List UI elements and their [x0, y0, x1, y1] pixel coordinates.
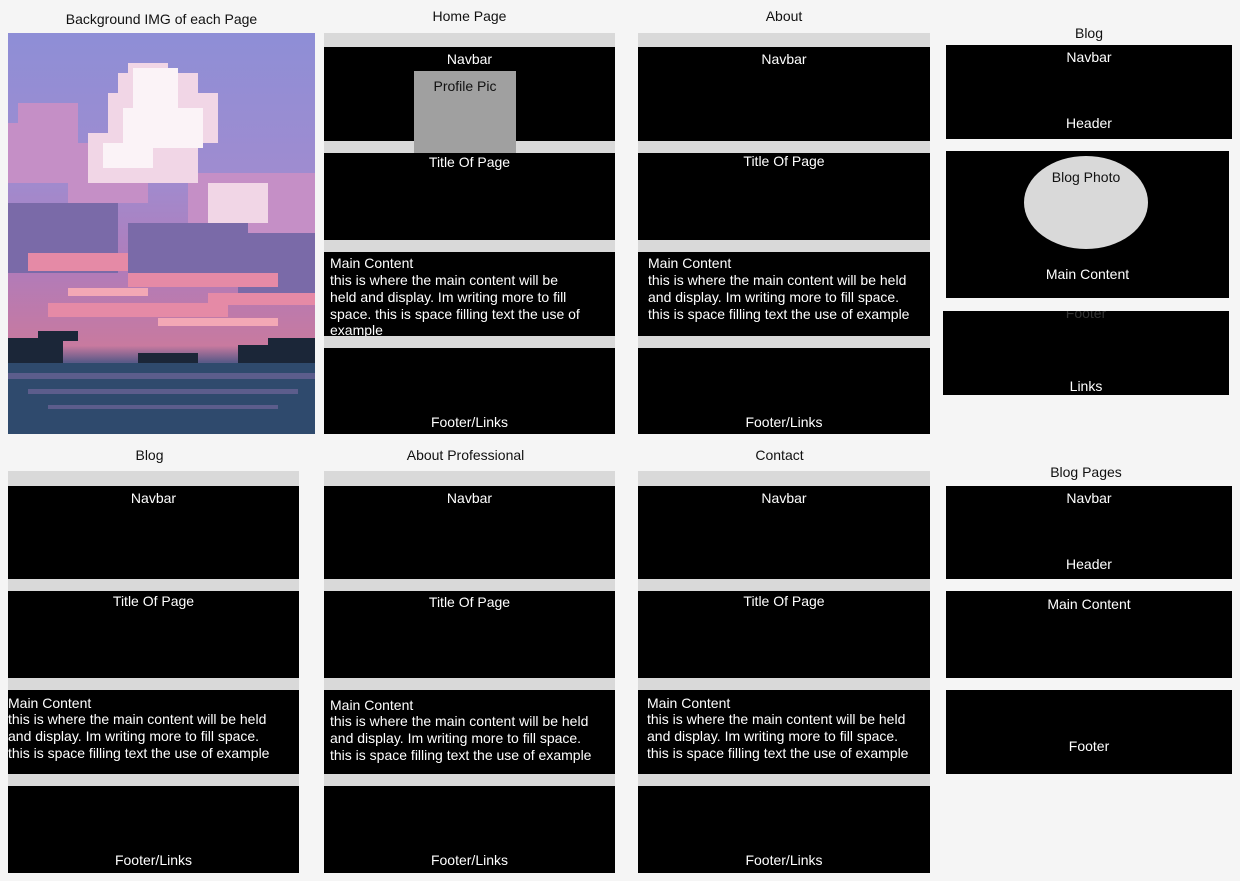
blog-photo: Blog Photo — [1024, 156, 1148, 249]
blog-pages-main-content: Main Content — [946, 591, 1232, 678]
profile-pic: Profile Pic — [414, 71, 516, 153]
blog-footer: Footer Links — [943, 311, 1229, 395]
blog-photo-label: Blog Photo — [1051, 169, 1121, 185]
main-content-text: held and display. Im writing more to fil… — [330, 289, 567, 305]
about-navbar: Navbar — [638, 47, 930, 141]
home-main-content: Main Content this is where the main cont… — [324, 252, 615, 336]
main-content-label: Main Content — [330, 255, 414, 271]
navbar-label: Navbar — [130, 490, 177, 506]
about-title-block: Title Of Page — [638, 153, 930, 240]
about-professional-navbar: Navbar — [324, 486, 615, 579]
navbar-label: Navbar — [1066, 490, 1112, 506]
about-main-content: Main Content this is where the main cont… — [638, 252, 930, 336]
links-label: Links — [1069, 378, 1103, 394]
footer-links-label: Footer/Links — [745, 414, 823, 430]
contact-main-content: Main Content this is where the main cont… — [638, 690, 930, 774]
blog-navbar-header: Navbar Header — [946, 45, 1232, 139]
home-title-block: Title Of Page — [324, 153, 615, 240]
main-content-label: Main Content — [1047, 596, 1131, 612]
title-of-page-label: Title Of Page — [112, 593, 195, 609]
title-of-page-label: Title Of Page — [743, 593, 825, 609]
main-content-label: Main Content — [647, 695, 731, 711]
main-content-label: Main Content — [1045, 266, 1130, 282]
navbar-label: Navbar — [761, 51, 807, 67]
main-content-text: example — [330, 322, 383, 336]
navbar-label: Navbar — [446, 490, 493, 506]
main-content-text: space. this is space filling text the us… — [330, 306, 580, 322]
footer-label: Footer — [1068, 738, 1110, 754]
about-professional-main-content: Main Content this is where the main cont… — [324, 690, 615, 774]
main-content-label: Main Content — [330, 697, 414, 713]
footer-links-label: Footer/Links — [430, 414, 509, 430]
blog-page-main-content: Main Content this is where the main cont… — [8, 690, 299, 774]
main-content-text: this is where the main content will be — [330, 272, 558, 288]
blog-pages-navbar-header: Navbar Header — [946, 486, 1232, 579]
main-content-text: and display. Im writing more to fill spa… — [330, 730, 582, 746]
blog-page-footer: Footer/Links — [8, 786, 299, 873]
contact-title-block: Title Of Page — [638, 591, 930, 678]
main-content-text: this is where the main content will be h… — [647, 711, 906, 727]
title-of-page-label: Title Of Page — [743, 153, 825, 169]
frame-title-background: Background IMG of each Page — [65, 11, 258, 27]
background-image — [8, 33, 315, 434]
title-of-page-label: Title Of Page — [428, 154, 511, 170]
frame-title-blog-pages: Blog Pages — [1050, 464, 1122, 480]
blog-pages-footer: Footer — [946, 690, 1232, 774]
frame-title-blog-top: Blog — [1074, 25, 1104, 41]
about-footer: Footer/Links — [638, 348, 930, 434]
blog-main-content: Blog Photo Main Content — [946, 151, 1229, 298]
profile-pic-label: Profile Pic — [433, 78, 497, 94]
footer-links-label: Footer/Links — [430, 852, 509, 868]
title-of-page-label: Title Of Page — [428, 594, 511, 610]
navbar-label: Navbar — [1066, 49, 1112, 65]
main-content-text: this is space filling text the use of ex… — [8, 745, 270, 761]
main-content-label: Main Content — [648, 255, 732, 271]
contact-footer: Footer/Links — [638, 786, 930, 873]
main-content-text: and display. Im writing more to fill spa… — [648, 289, 900, 305]
about-professional-title-block: Title Of Page — [324, 591, 615, 678]
blog-page-title-block: Title Of Page — [8, 591, 299, 678]
main-content-text: and display. Im writing more to fill spa… — [8, 728, 260, 744]
main-content-text: this is space filling text the use of ex… — [647, 745, 909, 761]
home-footer: Footer/Links — [324, 348, 615, 434]
main-content-text: this is where the main content will be h… — [330, 713, 589, 729]
footer-links-label: Footer/Links — [114, 852, 193, 868]
frame-title-blog: Blog — [135, 447, 164, 463]
main-content-text: this is space filling text the use of ex… — [330, 747, 592, 763]
frame-title-home: Home Page — [432, 8, 507, 24]
frame-title-about-professional: About Professional — [406, 447, 525, 463]
footer-links-label: Footer/Links — [745, 852, 823, 868]
main-content-text: this is where the main content will be h… — [648, 272, 907, 288]
contact-navbar: Navbar — [638, 486, 930, 579]
footer-label: Footer — [1065, 311, 1107, 321]
navbar-label: Navbar — [761, 490, 807, 506]
main-content-text: this is where the main content will be h… — [8, 711, 267, 727]
blog-page-navbar: Navbar — [8, 486, 299, 579]
main-content-label: Main Content — [8, 695, 92, 711]
main-content-text: and display. Im writing more to fill spa… — [647, 728, 899, 744]
frame-title-contact: Contact — [755, 447, 804, 463]
navbar-label: Navbar — [446, 51, 493, 67]
frame-title-about: About — [765, 8, 803, 24]
sunset-clouds-image — [8, 33, 315, 434]
about-professional-footer: Footer/Links — [324, 786, 615, 873]
header-label: Header — [1066, 115, 1112, 131]
header-label: Header — [1066, 556, 1112, 572]
main-content-text: this is space filling text the use of ex… — [648, 306, 910, 322]
